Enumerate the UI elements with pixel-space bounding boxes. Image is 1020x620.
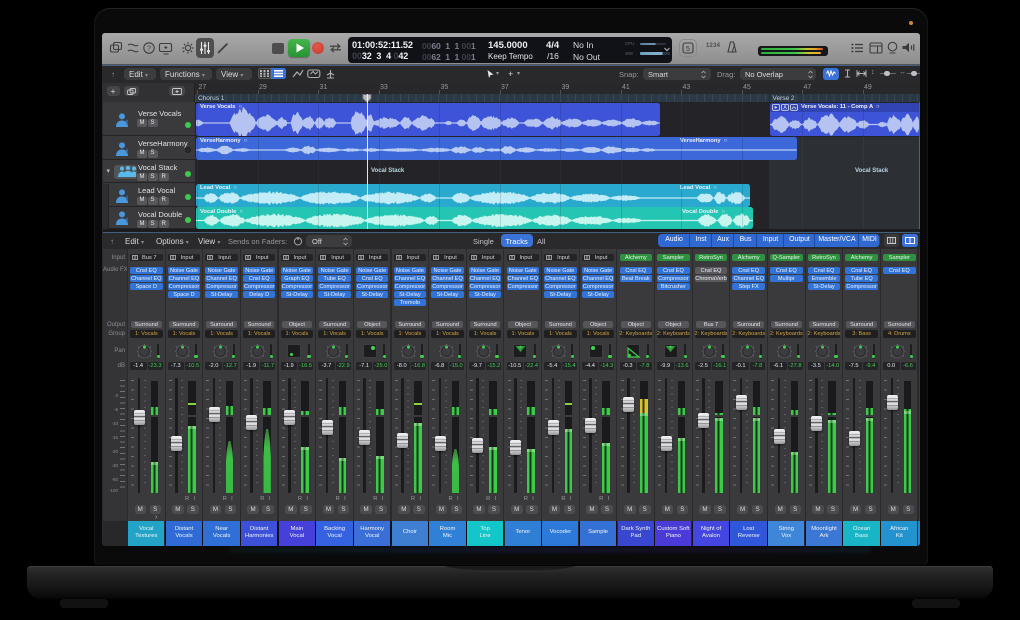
svg-text:?: ? [147,46,151,53]
svg-text:5: 5 [686,46,690,53]
